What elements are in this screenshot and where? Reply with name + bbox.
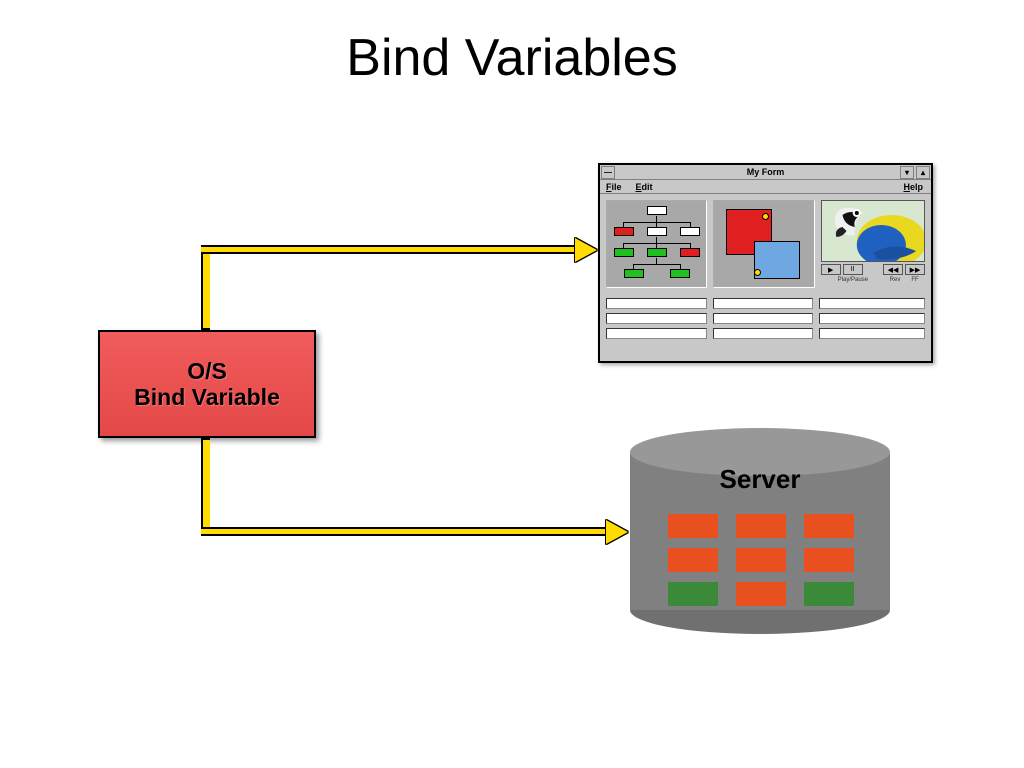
grid-cell[interactable] [606, 298, 707, 309]
org-node [647, 227, 667, 236]
connector-stem-lower [201, 438, 210, 534]
form-body: ▶ II ◀◀ ▶▶ Play/Pause Rev FF [600, 194, 931, 294]
grid-cell[interactable] [606, 313, 707, 324]
data-block [736, 548, 786, 572]
minimize-icon[interactable]: ▾ [900, 166, 914, 179]
os-bind-variable-box: O/S Bind Variable [98, 330, 316, 438]
org-line [623, 222, 691, 223]
titlebar: — My Form ▾ ▴ [600, 165, 931, 180]
panel-shapes [713, 200, 814, 288]
slide-title: Bind Variables [0, 28, 1024, 88]
grid-cell[interactable] [819, 313, 925, 324]
form-grid [600, 298, 931, 345]
fastforward-button[interactable]: ▶▶ [905, 264, 925, 275]
ff-label: FF [905, 277, 925, 283]
server-label: Server [630, 464, 890, 495]
menu-file[interactable]: File [606, 182, 622, 192]
grid-cell[interactable] [606, 328, 707, 339]
org-node [647, 248, 667, 257]
blue-square [754, 241, 800, 279]
data-block [804, 548, 854, 572]
os-box-line2: Bind Variable [134, 384, 280, 410]
play-button[interactable]: ▶ [821, 264, 841, 275]
data-block [668, 548, 718, 572]
os-box-line1: O/S [187, 358, 227, 384]
org-node [670, 269, 690, 278]
grid-row [606, 328, 925, 339]
org-node [680, 248, 700, 257]
arrowhead-to-form [575, 238, 597, 262]
rewind-button[interactable]: ◀◀ [883, 264, 903, 275]
org-node [614, 227, 634, 236]
parrot-image [821, 200, 925, 262]
pause-button[interactable]: II [843, 264, 863, 275]
arrowhead-to-server [606, 520, 628, 544]
my-form-window: — My Form ▾ ▴ File Edit Help [598, 163, 933, 363]
panel-orgchart [606, 200, 707, 288]
maximize-icon[interactable]: ▴ [916, 166, 930, 179]
connector-top-bar [201, 245, 578, 254]
grid-row [606, 313, 925, 324]
grid-cell[interactable] [819, 298, 925, 309]
org-node [614, 248, 634, 257]
media-controls: ▶ II ◀◀ ▶▶ [821, 264, 925, 275]
data-block-green [804, 582, 854, 606]
grid-row [606, 298, 925, 309]
media-labels: Play/Pause Rev FF [821, 277, 925, 283]
data-block [736, 514, 786, 538]
server-cylinder: Server [630, 428, 890, 632]
org-line [633, 264, 681, 265]
grid-cell[interactable] [713, 298, 814, 309]
grid-cell[interactable] [819, 328, 925, 339]
data-block [804, 514, 854, 538]
panel-media: ▶ II ◀◀ ▶▶ Play/Pause Rev FF [821, 200, 925, 288]
menu-edit[interactable]: Edit [636, 182, 653, 192]
org-node [624, 269, 644, 278]
server-blocks [668, 514, 854, 606]
org-node [680, 227, 700, 236]
menu-help[interactable]: Help [903, 182, 923, 192]
connector-stem [201, 252, 210, 330]
system-menu-icon[interactable]: — [601, 166, 615, 179]
org-line [623, 243, 691, 244]
window-title: My Form [600, 167, 931, 177]
connector-bottom-bar [201, 527, 609, 536]
org-node [647, 206, 667, 215]
playpause-label: Play/Pause [821, 277, 885, 283]
data-block [668, 514, 718, 538]
grid-cell[interactable] [713, 328, 814, 339]
data-block-green [668, 582, 718, 606]
grid-cell[interactable] [713, 313, 814, 324]
menubar: File Edit Help [600, 180, 931, 194]
data-block [736, 582, 786, 606]
rev-label: Rev [885, 277, 905, 283]
